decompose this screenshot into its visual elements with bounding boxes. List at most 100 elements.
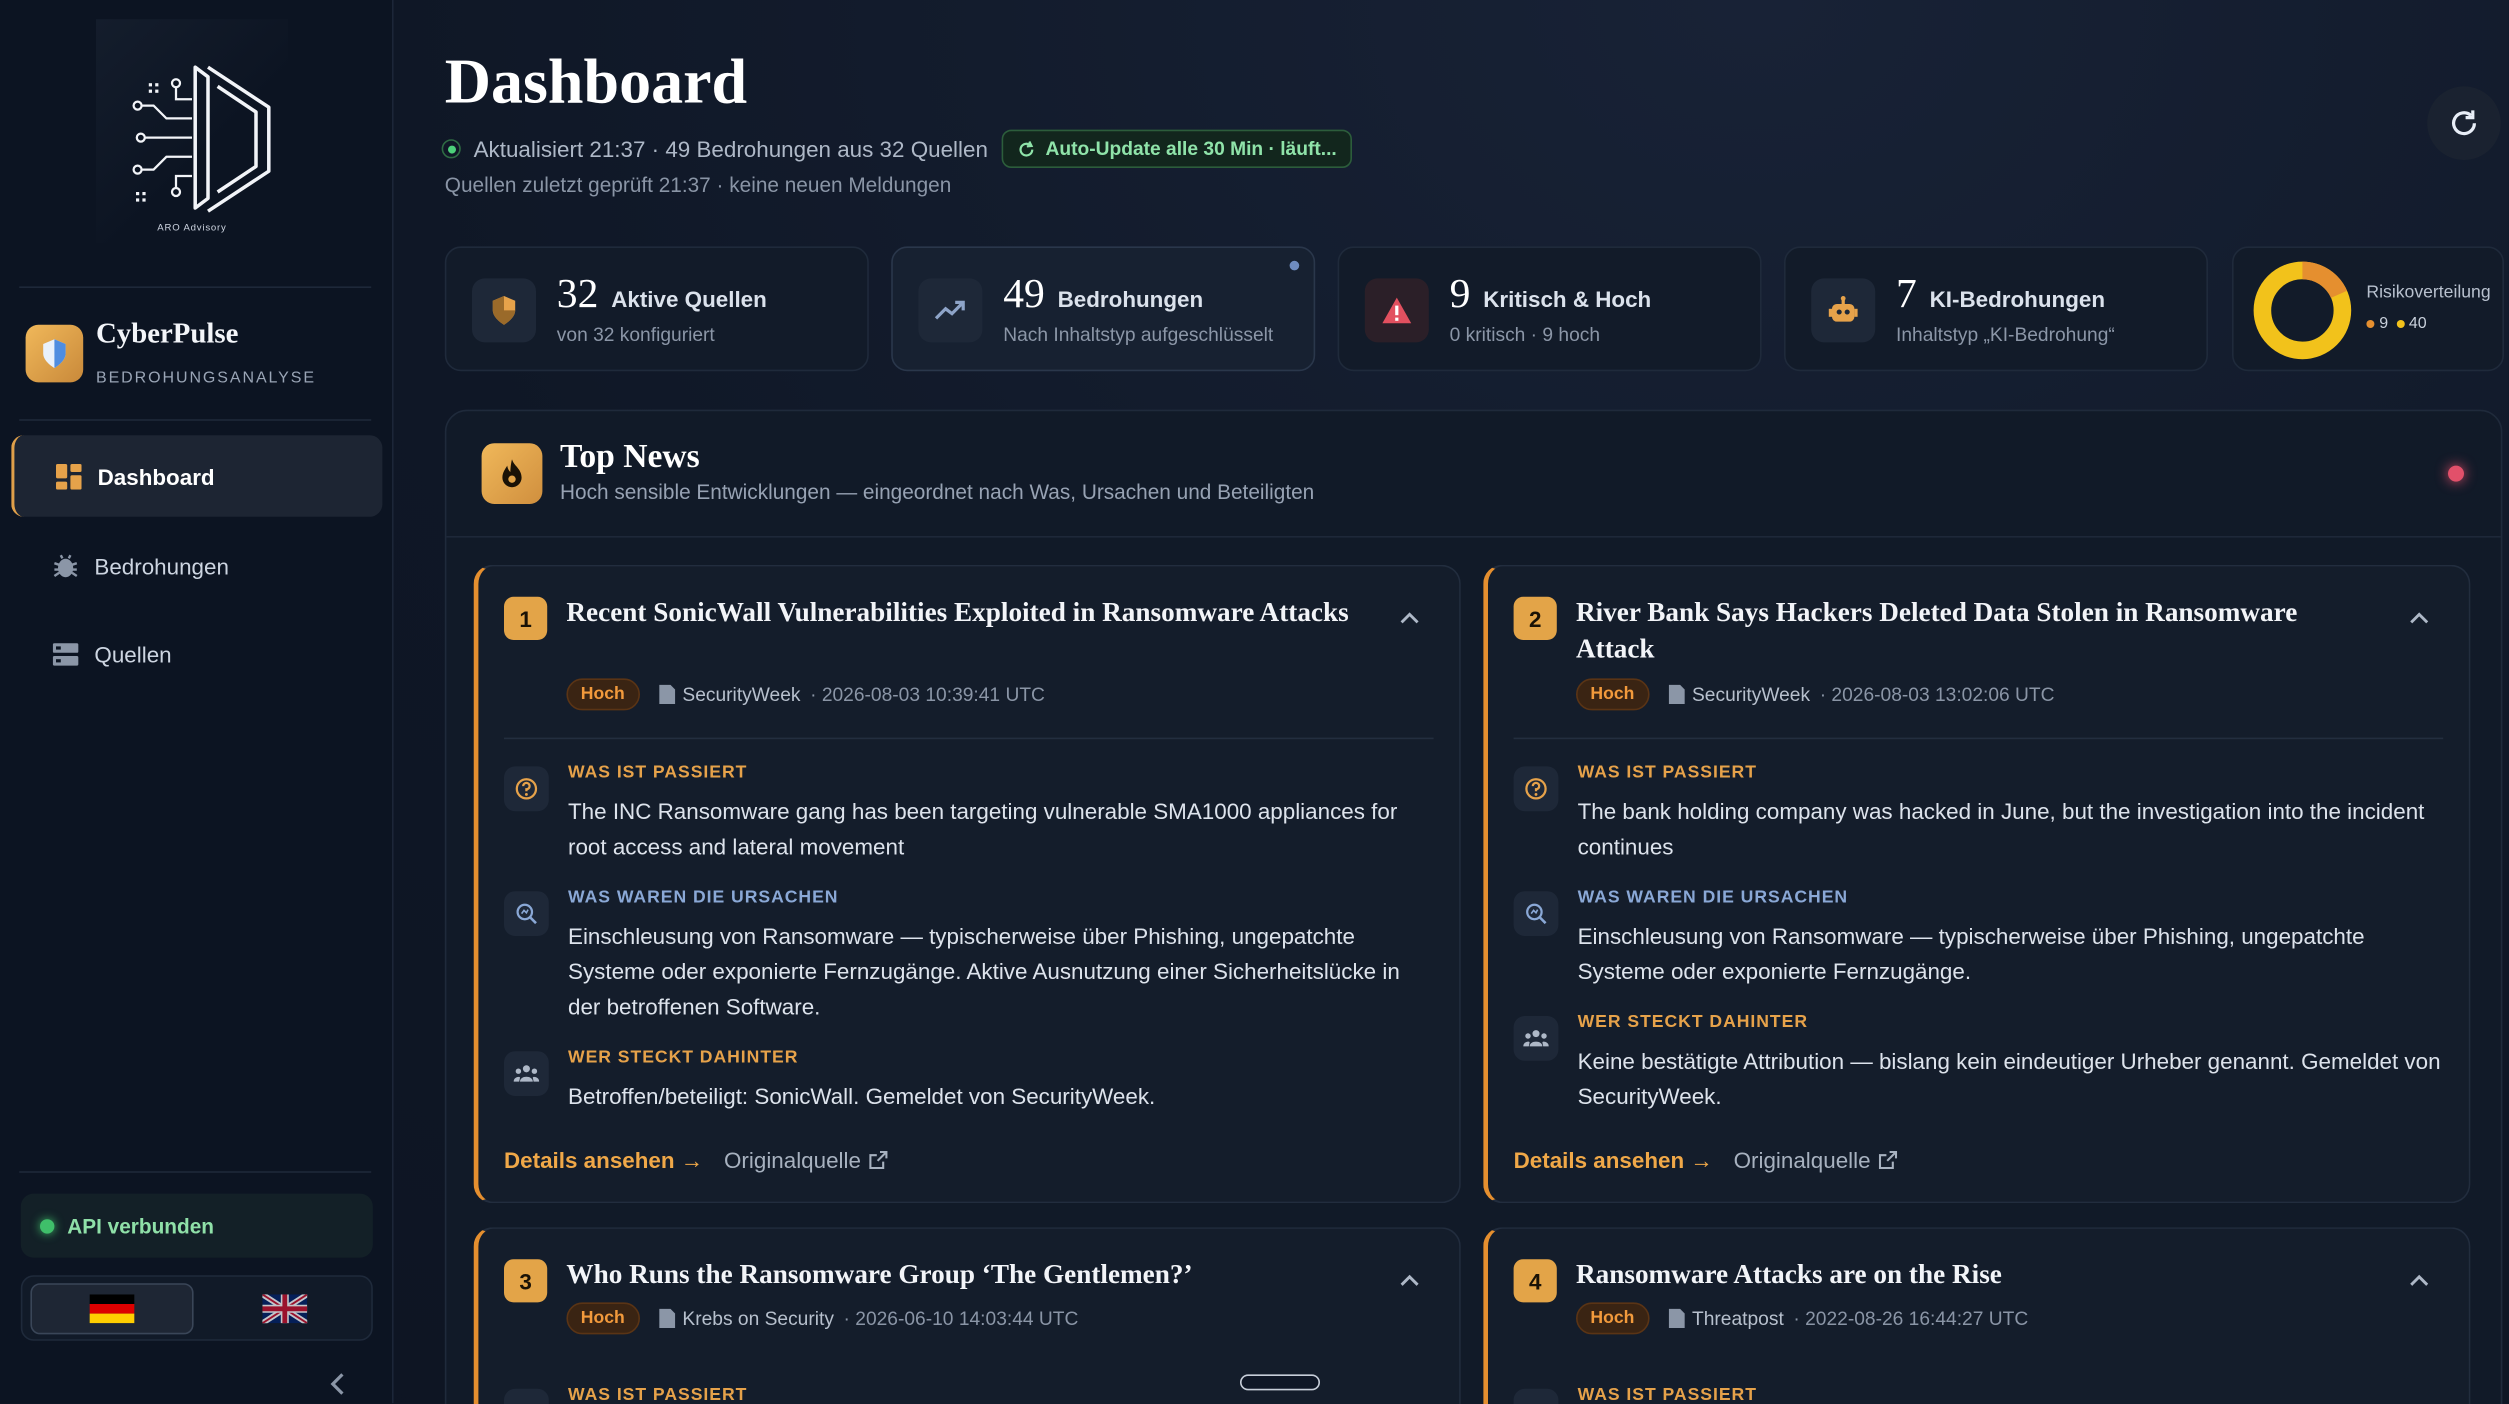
risk-distribution-card[interactable]: Risikoverteilung 9 40: [2232, 246, 2504, 372]
severity-badge: Hoch: [1576, 678, 1649, 711]
stat-subtext: Nach Inhaltstyp aufgeschlüsselt: [1003, 323, 1274, 346]
stat-subtext: Inhaltstyp „KI-Bedrohung“: [1896, 323, 2115, 346]
question-icon: [504, 766, 549, 812]
section-text: Betroffen/beteiligt: SonicWall. Gemeldet…: [568, 1083, 1156, 1109]
sidebar-divider: [19, 1171, 372, 1173]
section-text: The bank holding company was hacked in J…: [1577, 798, 2425, 860]
top-news-title: Top News: [560, 436, 700, 476]
risk-legend: 9 40: [2366, 315, 2427, 333]
indicator-dot: [1289, 260, 1300, 271]
news-date: · 2026-08-03 13:02:06 UTC: [1819, 683, 2055, 706]
collapse-card-button[interactable]: [2405, 1266, 2434, 1295]
question-icon: [1513, 1388, 1559, 1404]
sidebar-item-bedrohungen[interactable]: Bedrohungen: [11, 525, 382, 607]
news-title[interactable]: Recent SonicWall Vulnerabilities Exploit…: [566, 594, 1350, 631]
news-card: 1 Recent SonicWall Vulnerabilities Explo…: [473, 564, 1461, 1204]
collapse-sidebar-button[interactable]: [330, 1373, 346, 1403]
details-link[interactable]: Details ansehen →: [504, 1147, 703, 1173]
sources-checked-text: Quellen zuletzt geprüft 21:37 · keine ne…: [444, 172, 952, 197]
panel-divider: [446, 536, 2501, 538]
document-icon: [658, 684, 675, 704]
section-text: Einschleusung von Ransomware — typischer…: [568, 923, 1400, 1020]
stat-card-critical[interactable]: 9 Kritisch & Hoch 0 kritisch · 9 hoch: [1337, 246, 1762, 372]
original-source-label: Originalquelle: [724, 1147, 861, 1173]
news-title[interactable]: Ransomware Attacks are on the Rise: [1576, 1256, 2360, 1293]
group-icon: [1513, 1016, 1559, 1061]
section-heading: WAS IST PASSIERT: [568, 763, 748, 783]
chevron-up-icon: [1400, 1274, 1419, 1286]
external-link-icon: [869, 1150, 888, 1170]
uk-flag-icon: [262, 1294, 308, 1324]
server-icon: [51, 639, 80, 668]
section-text: Keine bestätigte Attribution — bislang k…: [1577, 1048, 2441, 1109]
document-icon: [1668, 1308, 1684, 1328]
brand-subtitle: BEDROHUNGSANALYSE: [96, 369, 316, 388]
status-dot: [40, 1218, 55, 1233]
news-date: · 2026-06-10 14:03:44 UTC: [843, 1307, 1079, 1330]
section-heading: WAS IST PASSIERT: [1577, 1385, 1757, 1404]
risk-legend-medium: 40: [2408, 315, 2427, 333]
stat-card-sources[interactable]: 32 Aktive Quellen von 32 konfiguriert: [444, 246, 869, 372]
news-rank: 3: [504, 1259, 548, 1303]
news-meta: Hoch SecurityWeek · 2026-08-03 13:02:06 …: [1576, 678, 2055, 711]
news-date: · 2026-08-03 10:39:41 UTC: [810, 683, 1045, 706]
stat-label: Bedrohungen: [1057, 286, 1204, 312]
section-heading: WAS IST PASSIERT: [1577, 763, 1757, 783]
stat-value: 9: [1449, 270, 1471, 317]
sidebar-item-quellen[interactable]: Quellen: [11, 613, 382, 695]
language-de-button[interactable]: [30, 1283, 194, 1335]
severity-badge: Hoch: [566, 678, 640, 711]
risk-label: Risikoverteilung: [2366, 283, 2491, 303]
stat-card-threats[interactable]: 49 Bedrohungen Nach Inhaltstyp aufgeschlü…: [891, 246, 1316, 372]
news-title[interactable]: River Bank Says Hackers Deleted Data Sto…: [1576, 594, 2360, 668]
news-rank: 4: [1513, 1259, 1557, 1303]
section-heading: WAS WAREN DIE URSACHEN: [1577, 888, 1849, 908]
stat-card-ai-threats[interactable]: 7 KI-Bedrohungen Inhaltstyp „KI-Bedrohung…: [1784, 246, 2208, 372]
news-source: SecurityWeek: [682, 683, 801, 706]
refresh-button[interactable]: [2427, 86, 2501, 160]
collapse-card-button[interactable]: [1395, 603, 1424, 632]
sidebar-item-dashboard[interactable]: Dashboard: [11, 435, 383, 517]
flame-icon: [481, 443, 543, 504]
section-text: The INC Ransomware gang has been targeti…: [568, 798, 1398, 860]
original-source-link[interactable]: Originalquelle: [724, 1147, 888, 1173]
external-link-icon: [1879, 1150, 1898, 1170]
collapse-card-button[interactable]: [1395, 1266, 1424, 1295]
news-rank: 1: [504, 596, 548, 640]
trend-up-icon: [918, 278, 983, 343]
update-status: Aktualisiert 21:37 · 49 Bedrohungen aus …: [441, 129, 1353, 168]
original-source-link[interactable]: Originalquelle: [1734, 1147, 1898, 1173]
language-switcher: [20, 1275, 373, 1341]
dashboard-grid-icon: [54, 462, 83, 491]
language-en-button[interactable]: [203, 1283, 366, 1334]
section-text: Einschleusung von Ransomware — typischer…: [1577, 923, 2365, 984]
collapse-card-button[interactable]: [2405, 603, 2434, 632]
sidebar-item-label: Quellen: [94, 640, 172, 667]
stat-label: Aktive Quellen: [611, 286, 767, 312]
stat-subtext: 0 kritisch · 9 hoch: [1449, 323, 1601, 346]
top-news-subtitle: Hoch sensible Entwicklungen — eingeordne…: [560, 480, 1315, 504]
chevron-up-icon: [2410, 1274, 2429, 1286]
api-status-label: API verbunden: [67, 1213, 214, 1238]
sidebar-item-label: Bedrohungen: [94, 552, 229, 579]
news-rank: 2: [1513, 596, 1557, 640]
bug-icon: [51, 551, 80, 580]
section-heading: WER STECKT DAHINTER: [568, 1048, 799, 1068]
chevron-up-icon: [2410, 612, 2429, 624]
warning-icon: [1364, 278, 1429, 343]
question-icon: [504, 1388, 549, 1404]
card-divider: [1513, 737, 2444, 740]
news-source: SecurityWeek: [1692, 683, 1811, 706]
section-heading: WAS IST PASSIERT: [568, 1385, 748, 1404]
brand-name: CyberPulse: [96, 316, 239, 349]
scroll-indicator[interactable]: [1240, 1374, 1320, 1391]
robot-icon: [1811, 278, 1876, 343]
group-icon: [504, 1051, 549, 1096]
news-title[interactable]: Who Runs the Ransomware Group ‘The Gentl…: [566, 1256, 1350, 1293]
stat-label: KI-Bedrohungen: [1929, 286, 2106, 312]
stat-value: 7: [1896, 270, 1917, 317]
logo-wordmark: ARO Advisory: [157, 224, 227, 234]
news-card: 2 River Bank Says Hackers Deleted Data S…: [1483, 564, 2471, 1204]
severity-badge: Hoch: [566, 1302, 640, 1335]
details-link[interactable]: Details ansehen →: [1514, 1147, 1713, 1173]
